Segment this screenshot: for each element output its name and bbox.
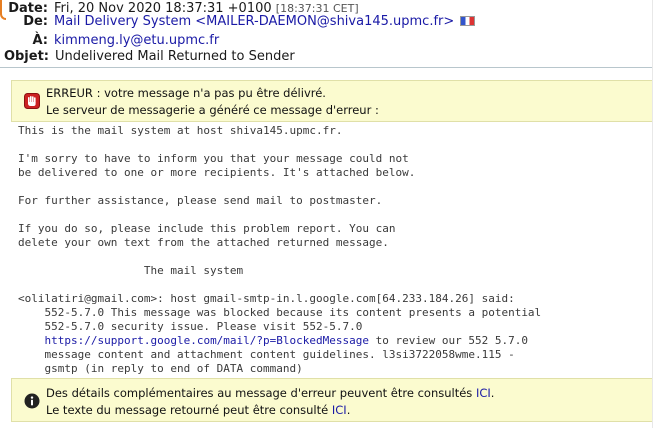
info-details-end: . — [490, 386, 495, 400]
france-flag-icon — [460, 16, 476, 26]
recipient-link[interactable]: kimmeng.ly@etu.upmc.fr — [54, 33, 219, 48]
body-blank-line — [18, 208, 648, 222]
body-line: 552-5.7.0 This message was blocked becau… — [18, 306, 542, 319]
body-blank-line — [18, 250, 648, 264]
body-blank-line — [18, 180, 648, 194]
body-line: I'm sorry to have to inform you that you… — [18, 152, 409, 165]
body-line: delete your own text from the attached r… — [18, 236, 389, 249]
header-from-row: De: Mail Delivery System <MAILER-DAEMON@s… — [0, 13, 476, 31]
returned-message-ici-link[interactable]: ICI — [332, 403, 347, 417]
body-line: This is the mail system at host shiva145… — [18, 124, 343, 137]
stop-hand-icon — [24, 93, 40, 109]
body-line: If you do so, please include this proble… — [18, 222, 396, 235]
details-ici-link[interactable]: ICI — [476, 386, 491, 400]
bounce-message-body: This is the mail system at host shiva145… — [18, 124, 648, 376]
info-returned-end: . — [346, 403, 351, 417]
info-line-returned: Le texte du message retourné peut être c… — [46, 403, 350, 417]
info-line-details: Des détails complémentaires au message d… — [46, 386, 494, 400]
body-line: message content and attachment content g… — [18, 348, 515, 361]
body-line: 552-5.7.0 security issue. Please visit 5… — [18, 320, 363, 333]
from-label: De: — [23, 14, 48, 29]
header-subject-row: Objet: Undelivered Mail Returned to Sende… — [0, 48, 295, 66]
body-line: https://support.google.com/mail/?p=Block… — [18, 334, 648, 348]
message-header: Date: Fri, 20 Nov 2020 18:37:31 +0100 [18… — [0, 0, 653, 70]
body-line: For further assistance, please send mail… — [18, 194, 383, 207]
error-title: ERREUR : votre message n'a pas pu être d… — [46, 86, 326, 100]
info-icon — [24, 393, 40, 409]
blocked-message-link[interactable]: https://support.google.com/mail/?p=Block… — [45, 334, 370, 347]
error-notice: ERREUR : votre message n'a pas pu être d… — [11, 80, 653, 122]
body-blank-line — [18, 138, 648, 152]
sender-link[interactable]: Mail Delivery System <MAILER-DAEMON@shiv… — [54, 14, 454, 29]
info-returned-text: Le texte du message retourné peut être c… — [46, 403, 332, 417]
error-subtitle: Le serveur de messagerie a généré ce mes… — [46, 103, 379, 117]
subject-label: Objet: — [3, 49, 49, 64]
subject-value: Undelivered Mail Returned to Sender — [55, 49, 295, 64]
body-line: <olilatiri@gmail.com>: host gmail-smtp-i… — [18, 292, 515, 305]
body-blank-line — [18, 278, 648, 292]
body-signature: The mail system — [18, 264, 244, 277]
body-line: be delivered to one or more recipients. … — [18, 166, 416, 179]
info-details-text: Des détails complémentaires au message d… — [46, 386, 476, 400]
body-indent — [18, 334, 45, 347]
body-line-rest: to review our 552 5.7.0 — [369, 334, 528, 347]
header-divider — [0, 67, 653, 68]
info-notice: Des détails complémentaires au message d… — [11, 378, 653, 422]
body-line: gsmtp (in reply to end of DATA command) — [18, 362, 303, 375]
